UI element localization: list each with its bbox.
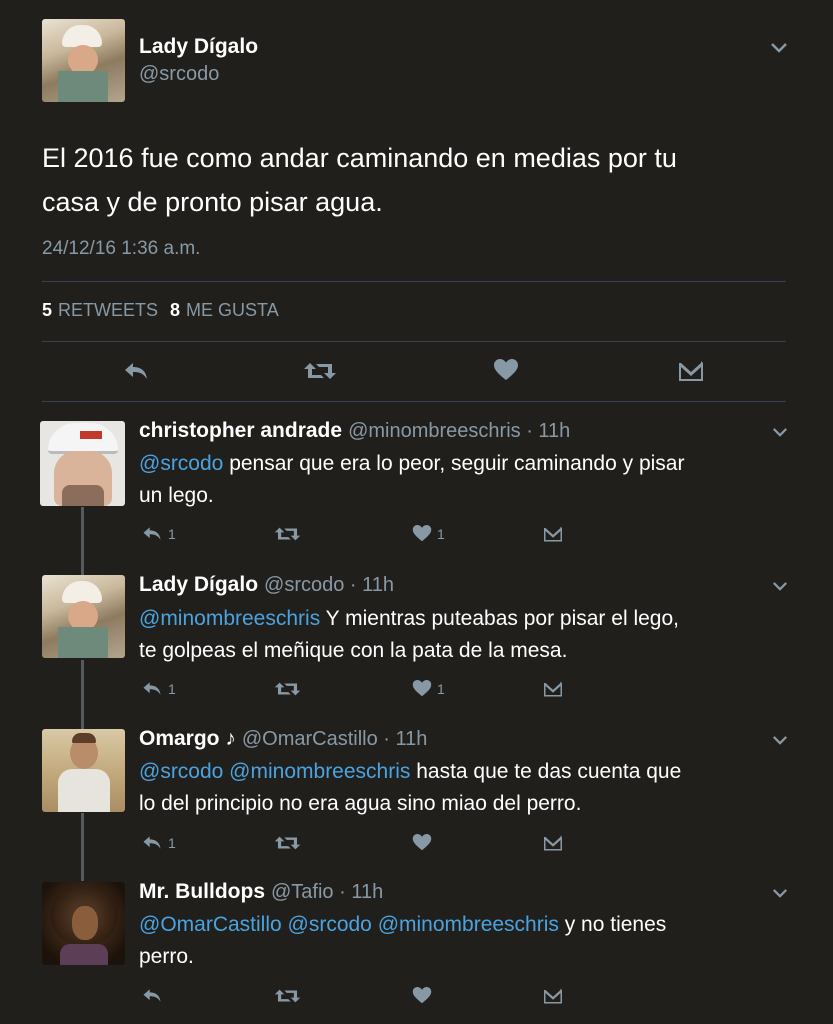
retweet-button[interactable] (274, 525, 301, 543)
like-button[interactable] (493, 358, 519, 382)
envelope-icon (544, 988, 562, 1004)
reply-text-line1: @srcodo pensar que era lo peor, seguir c… (139, 448, 684, 480)
reply-icon (143, 989, 161, 1002)
heart-icon (412, 987, 432, 1004)
dm-button[interactable] (678, 359, 704, 383)
divider (42, 281, 786, 282)
dm-button[interactable] (543, 834, 563, 852)
envelope-icon (679, 361, 703, 381)
reply-handle-time[interactable]: @Tafio · 11h (271, 881, 383, 904)
mention-link[interactable]: @OmarCastillo @srcodo @minombreeschris (139, 913, 559, 936)
reply-count: 1 (168, 680, 176, 697)
author-handle[interactable]: @srcodo (139, 63, 219, 86)
avatar[interactable] (42, 882, 125, 965)
divider (42, 341, 786, 342)
chevron-down-icon[interactable] (772, 888, 788, 899)
likes-label[interactable]: ME GUSTA (186, 300, 279, 321)
reply-handle-time[interactable]: @srcodo · 11h (264, 574, 394, 597)
like-button[interactable]: 1 (412, 524, 445, 543)
reply-button[interactable]: 1 (141, 834, 176, 851)
tweet-timestamp[interactable]: 24/12/16 1:36 a.m. (42, 238, 200, 260)
like-button[interactable] (412, 986, 432, 1005)
chevron-down-icon[interactable] (770, 42, 788, 54)
mention-link[interactable]: @srcodo (139, 452, 223, 475)
reply-text: Y mientras puteabas por pisar el lego, (320, 607, 679, 630)
retweet-button[interactable] (274, 987, 301, 1005)
likes-count[interactable]: 8 (170, 300, 180, 321)
reply-header: Lady Dígalo @srcodo · 11h (139, 573, 394, 597)
reply-text-line1: @minombreeschris Y mientras puteabas por… (139, 603, 679, 635)
reply-text-line2: un lego. (139, 484, 214, 507)
reply-text: pensar que era lo peor, seguir caminando… (223, 452, 685, 475)
reply-author-name[interactable]: Omargo ♪ (139, 727, 236, 751)
avatar[interactable] (40, 421, 125, 506)
like-count: 1 (437, 680, 445, 697)
reply-author-name[interactable]: Lady Dígalo (139, 573, 258, 597)
divider (42, 401, 786, 402)
chevron-down-icon[interactable] (772, 427, 788, 438)
heart-icon (494, 359, 518, 380)
reply-header: Omargo ♪ @OmarCastillo · 11h (139, 727, 427, 751)
reply-icon (143, 836, 161, 849)
reply-count: 1 (168, 525, 176, 542)
reply-text-line2: te golpeas el meñique con la pata de la … (139, 639, 568, 662)
like-button[interactable] (412, 833, 432, 852)
retweet-button[interactable] (274, 680, 301, 698)
reply-text-line1: @OmarCastillo @srcodo @minombreeschris y… (139, 909, 666, 941)
reply-handle-time[interactable]: @minombreeschris · 11h (348, 420, 570, 443)
retweets-count[interactable]: 5 (42, 300, 52, 321)
dm-button[interactable] (543, 525, 563, 543)
retweet-button[interactable] (303, 360, 337, 382)
reply-count: 1 (168, 834, 176, 851)
reply-header: christopher andrade @minombreeschris · 1… (139, 419, 570, 443)
reply-handle-time[interactable]: @OmarCastillo · 11h (242, 728, 428, 751)
envelope-icon (544, 526, 562, 542)
avatar[interactable] (42, 575, 125, 658)
avatar[interactable] (42, 19, 125, 102)
reply-icon (143, 527, 161, 540)
retweet-icon (274, 836, 301, 850)
reply-author-name[interactable]: Mr. Bulldops (139, 880, 265, 904)
tweet-text-line2: casa y de pronto pisar agua. (42, 187, 383, 217)
reply-button[interactable] (122, 360, 150, 382)
reply-text-line2: lo del principio no era agua sino miao d… (139, 792, 582, 815)
tweet-text-line1: El 2016 fue como andar caminando en medi… (42, 143, 677, 173)
thread-line (81, 813, 84, 881)
thread-line (81, 507, 84, 575)
chevron-down-icon[interactable] (772, 735, 788, 746)
heart-icon (412, 680, 432, 697)
retweets-label[interactable]: RETWEETS (58, 300, 158, 321)
retweet-icon (304, 363, 336, 379)
like-button[interactable]: 1 (412, 679, 445, 698)
avatar[interactable] (42, 729, 125, 812)
mention-link[interactable]: @srcodo @minombreeschris (139, 760, 410, 783)
reply-text: hasta que te das cuenta que (410, 760, 682, 783)
thread-line (81, 660, 84, 730)
heart-icon (412, 525, 432, 542)
reply-icon (143, 682, 161, 695)
retweet-button[interactable] (274, 834, 301, 852)
reply-text-line2: perro. (139, 945, 194, 968)
reply-header: Mr. Bulldops @Tafio · 11h (139, 880, 383, 904)
reply-button[interactable]: 1 (141, 680, 176, 697)
reply-button[interactable] (141, 987, 163, 1004)
retweet-icon (274, 989, 301, 1003)
reply-button[interactable]: 1 (141, 525, 176, 542)
retweet-icon (274, 527, 301, 541)
dm-button[interactable] (543, 680, 563, 698)
envelope-icon (544, 835, 562, 851)
envelope-icon (544, 681, 562, 697)
chevron-down-icon[interactable] (772, 581, 788, 592)
reply-author-name[interactable]: christopher andrade (139, 419, 342, 443)
reply-text-line1: @srcodo @minombreeschris hasta que te da… (139, 756, 681, 788)
like-count: 1 (437, 525, 445, 542)
dm-button[interactable] (543, 987, 563, 1005)
author-name[interactable]: Lady Dígalo (139, 35, 258, 59)
reply-icon (125, 363, 147, 379)
retweet-icon (274, 682, 301, 696)
heart-icon (412, 834, 432, 851)
tweet-stats: 5 RETWEETS 8 ME GUSTA (42, 300, 279, 321)
mention-link[interactable]: @minombreeschris (139, 607, 320, 630)
reply-text: y no tienes (558, 913, 667, 936)
